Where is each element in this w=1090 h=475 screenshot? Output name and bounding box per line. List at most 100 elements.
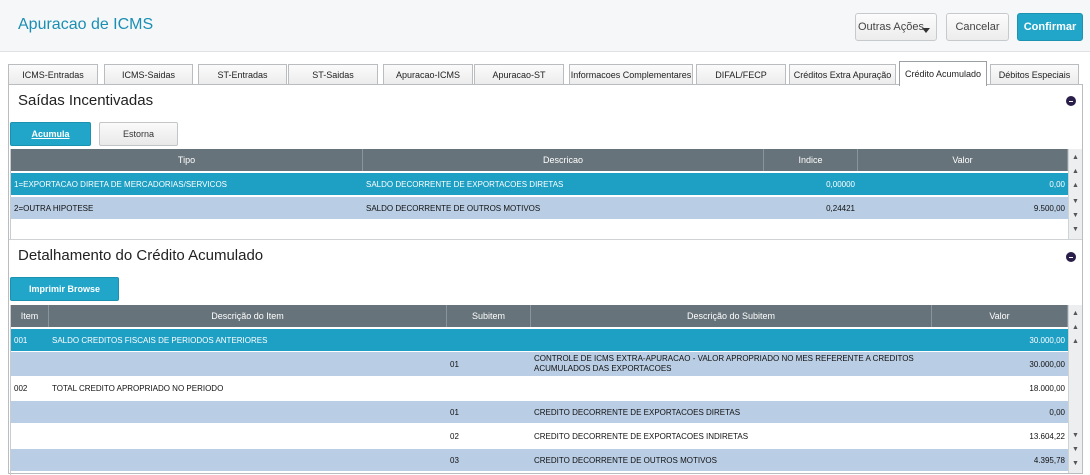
cell-descricao-item: TOTAL CREDITO APROPRIADO NO PERIODO	[52, 383, 224, 393]
col-header-descricao-item[interactable]: Descrição do Item	[49, 305, 447, 327]
saidas-grid-header: Tipo Descricao Indice Valor	[11, 149, 1068, 171]
cell-subitem: 01	[450, 359, 459, 369]
collapse-icon[interactable]	[1066, 96, 1076, 106]
scroll-bottom-icon[interactable]: ▼	[1069, 457, 1082, 469]
cell-descricao-item	[49, 352, 447, 376]
app-header: Apuracao de ICMS Outras Ações Cancelar C…	[0, 0, 1090, 52]
table-row[interactable]: 02 CREDITO DECORRENTE DE EXPORTACOES IND…	[11, 425, 1068, 447]
tab-st-saidas[interactable]: ST-Saidas	[288, 64, 378, 84]
col-header-tipo[interactable]: Tipo	[11, 149, 363, 171]
table-row[interactable]: 002 TOTAL CREDITO APROPRIADO NO PERIODO …	[11, 377, 1068, 399]
cell-valor: 18.000,00	[1029, 383, 1065, 393]
tab-icms-entradas[interactable]: ICMS-Entradas	[8, 64, 98, 84]
scroll-up-icon[interactable]: ▲	[1069, 179, 1082, 191]
tab-debitos-especiais[interactable]: Débitos Especiais	[990, 64, 1079, 84]
cell-item: 002	[14, 383, 28, 393]
tab-difal-fecp[interactable]: DIFAL/FECP	[696, 64, 786, 84]
scroll-page-up-icon[interactable]: ▲	[1069, 165, 1082, 177]
tab-bar: ICMS-Entradas ICMS-Saidas ST-Entradas ST…	[8, 61, 1083, 86]
more-actions-label: Outras Ações	[857, 21, 925, 33]
table-row[interactable]: 2=OUTRA HIPOTESE SALDO DECORRENTE DE OUT…	[11, 197, 1068, 219]
tab-informacoes-complementares[interactable]: Informacoes Complementares	[569, 64, 693, 84]
cell-descricao-item	[49, 449, 447, 471]
scroll-top-icon[interactable]: ▲	[1069, 151, 1082, 163]
print-browse-button[interactable]: Imprimir Browse	[10, 277, 119, 301]
cancel-button[interactable]: Cancelar	[946, 13, 1009, 41]
cell-valor: 30.000,00	[1029, 359, 1065, 369]
saidas-section-title: Saídas Incentivadas	[18, 92, 154, 109]
cell-valor: 0,00	[1049, 407, 1065, 417]
cell-item	[11, 425, 49, 447]
accumulate-button[interactable]: Acumula	[10, 122, 91, 146]
table-row[interactable]: 01 CREDITO DECORRENTE DE EXPORTACOES DIR…	[11, 401, 1068, 423]
cell-item	[11, 449, 49, 471]
cell-valor: 30.000,00	[1029, 335, 1065, 345]
detalhamento-scrollbar[interactable]: ▲ ▲ ▲ ▼ ▼ ▼	[1068, 305, 1082, 473]
cell-valor: 13.604,22	[1029, 431, 1065, 441]
col-header-descricao[interactable]: Descricao	[363, 149, 764, 171]
cell-descricao-subitem: CREDITO DECORRENTE DE OUTROS MOTIVOS	[534, 455, 717, 465]
page-title: Apuracao de ICMS	[18, 16, 154, 33]
cell-descricao: SALDO DECORRENTE DE EXPORTACOES DIRETAS	[366, 179, 564, 189]
scroll-top-icon[interactable]: ▲	[1069, 307, 1082, 319]
table-row[interactable]: 01 CONTROLE DE ICMS EXTRA-APURACAO - VAL…	[11, 352, 1068, 376]
saidas-scrollbar[interactable]: ▲ ▲ ▲ ▼ ▼ ▼	[1068, 149, 1082, 239]
cell-descricao-item: SALDO CREDITOS FISCAIS DE PERIODOS ANTER…	[52, 335, 268, 345]
col-header-indice[interactable]: Indice	[764, 149, 858, 171]
scroll-down-icon[interactable]: ▼	[1069, 429, 1082, 441]
cell-descricao-item	[49, 425, 447, 447]
cell-descricao-subitem	[531, 377, 932, 399]
col-header-descricao-subitem[interactable]: Descrição do Subitem	[531, 305, 932, 327]
cell-valor: 0,00	[1049, 179, 1065, 189]
detalhamento-grid-header: Item Descrição do Item Subitem Descrição…	[11, 305, 1068, 327]
more-actions-button[interactable]: Outras Ações	[855, 13, 937, 41]
scroll-page-up-icon[interactable]: ▲	[1069, 321, 1082, 333]
col-header-item[interactable]: Item	[11, 305, 49, 327]
detalhamento-grid: Item Descrição do Item Subitem Descrição…	[10, 305, 1082, 475]
cell-subitem: 02	[450, 431, 459, 441]
section-divider	[9, 239, 1082, 240]
cell-item	[11, 352, 49, 376]
scroll-down-icon[interactable]: ▼	[1069, 195, 1082, 207]
cell-tipo: 1=EXPORTACAO DIRETA DE MERCADORIAS/SERVI…	[14, 179, 228, 189]
cell-descricao-subitem: CREDITO DECORRENTE DE EXPORTACOES DIRETA…	[534, 407, 741, 417]
cell-indice: 0,24421	[826, 203, 855, 213]
cell-descricao-subitem	[531, 329, 932, 351]
cell-valor: 4.395,78	[1033, 455, 1065, 465]
cell-subitem	[447, 329, 531, 351]
cell-descricao-subitem: CONTROLE DE ICMS EXTRA-APURACAO - VALOR …	[534, 354, 914, 373]
cell-valor: 9.500,00	[1033, 203, 1065, 213]
scroll-up-icon[interactable]: ▲	[1069, 335, 1082, 347]
table-row[interactable]: 1=EXPORTACAO DIRETA DE MERCADORIAS/SERVI…	[11, 173, 1068, 195]
scroll-page-down-icon[interactable]: ▼	[1069, 209, 1082, 221]
reverse-button[interactable]: Estorna	[99, 122, 178, 146]
col-header-valor[interactable]: Valor	[932, 305, 1068, 327]
scroll-page-down-icon[interactable]: ▼	[1069, 443, 1082, 455]
cell-subitem: 01	[450, 407, 459, 417]
tab-icms-saidas[interactable]: ICMS-Saidas	[104, 64, 193, 84]
scroll-bottom-icon[interactable]: ▼	[1069, 223, 1082, 235]
cell-tipo: 2=OUTRA HIPOTESE	[14, 203, 94, 213]
cell-descricao-subitem: CREDITO DECORRENTE DE EXPORTACOES INDIRE…	[534, 431, 749, 441]
cell-subitem	[447, 377, 531, 399]
cell-indice: 0,00000	[826, 179, 855, 189]
chevron-down-icon	[922, 28, 930, 33]
table-row[interactable]: 001 SALDO CREDITOS FISCAIS DE PERIODOS A…	[11, 329, 1068, 351]
col-header-valor[interactable]: Valor	[858, 149, 1068, 171]
tab-st-entradas[interactable]: ST-Entradas	[198, 64, 287, 84]
confirm-button[interactable]: Confirmar	[1017, 13, 1083, 41]
cell-subitem: 03	[450, 455, 459, 465]
cell-item: 001	[14, 335, 28, 345]
tab-apuracao-icms[interactable]: Apuracao-ICMS	[383, 64, 473, 84]
saidas-grid: Tipo Descricao Indice Valor 1=EXPORTACAO…	[10, 149, 1082, 239]
collapse-icon[interactable]	[1066, 252, 1076, 262]
tab-content-panel: Saídas Incentivadas Acumula Estorna Tipo…	[8, 84, 1083, 475]
cell-item	[11, 401, 49, 423]
tab-credito-acumulado[interactable]: Crédito Acumulado	[899, 61, 987, 86]
cell-descricao-item	[49, 401, 447, 423]
tab-apuracao-st[interactable]: Apuracao-ST	[474, 64, 564, 84]
tab-creditos-extra-apuracao[interactable]: Créditos Extra Apuração	[789, 64, 896, 84]
col-header-subitem[interactable]: Subitem	[447, 305, 531, 327]
table-row[interactable]: 03 CREDITO DECORRENTE DE OUTROS MOTIVOS …	[11, 449, 1068, 471]
detalhamento-section-title: Detalhamento do Crédito Acumulado	[18, 247, 264, 264]
